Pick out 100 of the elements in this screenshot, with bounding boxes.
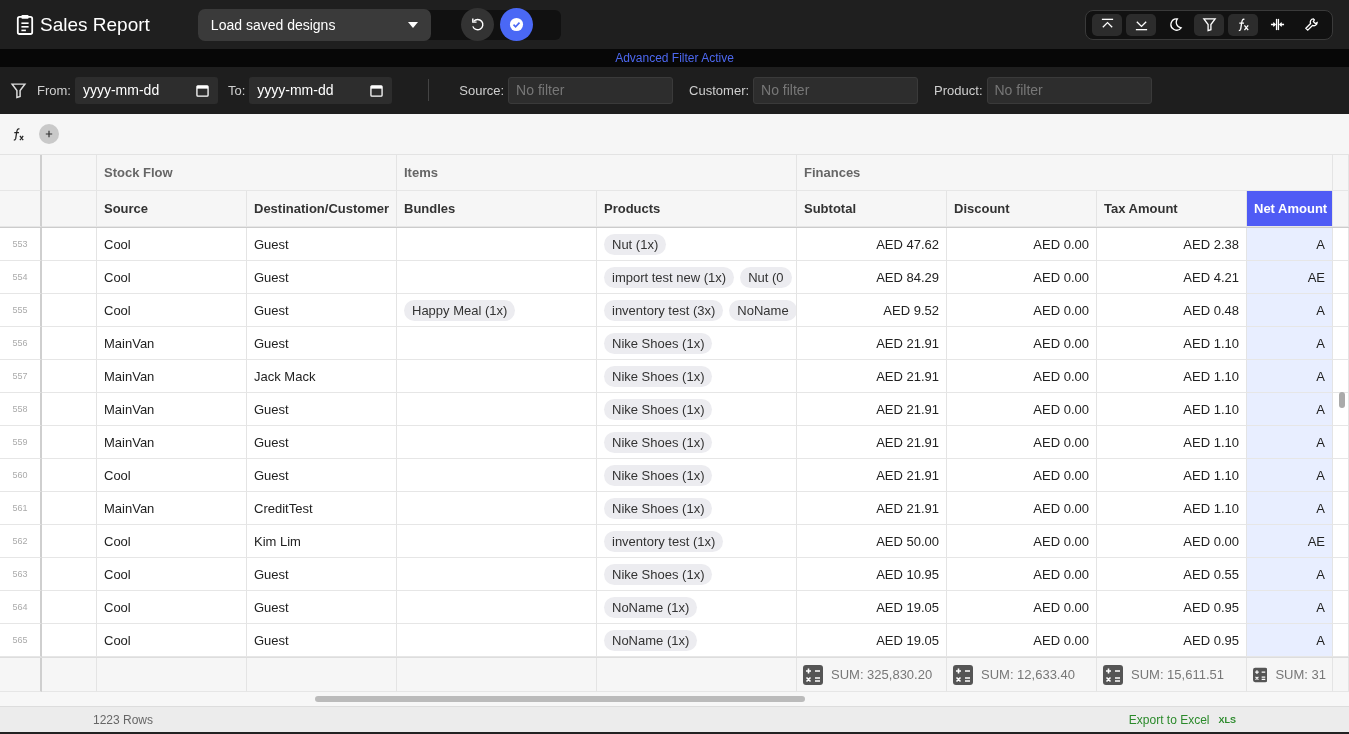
column-sum: SUM: 31 [1275, 667, 1326, 683]
row-number: 565 [12, 635, 28, 646]
table-cell: CreditTest [254, 500, 313, 516]
table-cell: AED 0.00 [1033, 335, 1089, 351]
column-header[interactable]: Source [97, 191, 247, 228]
table-cell: AED 21.91 [876, 368, 939, 384]
row-number: 557 [12, 371, 28, 382]
table-cell: Cool [104, 533, 131, 549]
table-cell: AED 0.00 [1033, 368, 1089, 384]
row-number: 563 [12, 569, 28, 580]
table-cell: A [1316, 434, 1325, 450]
calculator-icon [953, 664, 973, 685]
table-cell: AE [1307, 269, 1325, 285]
filter-label: Product: [934, 82, 983, 98]
column-header[interactable]: Discount [947, 191, 1097, 228]
row-number: 556 [12, 338, 28, 349]
table-cell: AED 0.00 [1033, 566, 1089, 582]
horizontal-scrollbar[interactable] [315, 696, 805, 703]
add-formula-button[interactable] [39, 124, 59, 145]
row-number: 561 [12, 503, 28, 514]
align-top-button[interactable] [1092, 13, 1122, 36]
column-header[interactable]: Destination/Customer [247, 191, 397, 228]
table-cell: AED 9.52 [883, 302, 939, 318]
table-cell: Guest [254, 236, 289, 252]
column-sum: SUM: 325,830.20 [831, 667, 933, 683]
item-tag: Nut (0 [740, 266, 792, 288]
vertical-scrollbar[interactable] [1339, 392, 1345, 409]
reset-button[interactable] [460, 8, 494, 42]
table-cell: MainVan [104, 335, 155, 351]
table-cell: AED 1.10 [1183, 434, 1239, 450]
column-header[interactable]: Subtotal [797, 191, 947, 228]
table-cell: Cool [104, 269, 131, 285]
item-tag: Nut (1x) [604, 233, 667, 255]
undo-icon [469, 17, 485, 33]
table-cell: AED 0.95 [1183, 632, 1239, 648]
function-button[interactable] [1228, 13, 1258, 36]
date-input[interactable]: yyyy-mm-dd [74, 76, 218, 104]
table-cell: AED 1.10 [1183, 335, 1239, 351]
column-header[interactable]: Products [597, 191, 797, 228]
collapse-columns-icon [1269, 17, 1285, 33]
table-cell: Kim Lim [254, 533, 301, 549]
table-cell: MainVan [104, 368, 155, 384]
date-label: To: [227, 82, 246, 98]
column-sum: SUM: 15,611.51 [1131, 667, 1224, 683]
table-cell: A [1316, 335, 1325, 351]
table-cell: A [1316, 599, 1325, 615]
apply-button[interactable] [499, 8, 533, 42]
table-cell: AED 21.91 [876, 500, 939, 516]
table-cell: AE [1307, 533, 1325, 549]
row-number: 555 [12, 305, 28, 316]
check-circle-icon [508, 17, 524, 33]
table-cell: Guest [254, 401, 289, 417]
calendar-icon [195, 83, 209, 97]
filter-input[interactable]: No filter [508, 76, 674, 104]
item-tag: Nike Shoes (1x) [604, 563, 713, 585]
row-number: 560 [12, 470, 28, 481]
table-cell: AED 0.00 [1033, 632, 1089, 648]
table-cell: A [1316, 632, 1325, 648]
item-tag: Nike Shoes (1x) [604, 464, 713, 486]
table-cell: A [1316, 401, 1325, 417]
table-cell: AED 1.10 [1183, 401, 1239, 417]
caret-icon [407, 21, 418, 28]
table-cell: Guest [254, 434, 289, 450]
date-input[interactable]: yyyy-mm-dd [249, 76, 393, 104]
table-cell: AED 0.95 [1183, 599, 1239, 615]
table-cell: Guest [254, 632, 289, 648]
table-cell: AED 2.38 [1183, 236, 1239, 252]
table-cell: AED 0.00 [1033, 236, 1089, 252]
column-header[interactable]: Bundles [397, 191, 597, 228]
filter-status-text: Advanced Filter Active [615, 51, 734, 65]
row-count: 1223 Rows [93, 712, 154, 727]
item-tag: Nike Shoes (1x) [604, 497, 713, 519]
table-cell: MainVan [104, 434, 155, 450]
table-cell: AED 0.00 [1033, 302, 1089, 318]
filter-input[interactable]: No filter [986, 76, 1152, 104]
filter-icon [10, 81, 27, 99]
design-select[interactable]: Load saved designs [197, 8, 431, 41]
column-header[interactable]: Net Amount [1247, 191, 1333, 228]
table-cell: A [1316, 302, 1325, 318]
app-title: Sales Report [40, 13, 150, 36]
table-cell: AED 0.00 [1033, 269, 1089, 285]
calendar-icon [370, 83, 384, 97]
table-cell: AED 0.00 [1033, 401, 1089, 417]
export-link[interactable]: Export to Excel [1128, 712, 1210, 727]
filter-button[interactable] [1194, 13, 1224, 36]
table-cell: AED 19.05 [876, 632, 939, 648]
item-tag: Nike Shoes (1x) [604, 431, 713, 453]
table-cell: Cool [104, 599, 131, 615]
item-tag: Nike Shoes (1x) [604, 398, 713, 420]
item-tag: Nike Shoes (1x) [604, 365, 713, 387]
column-group-header: Finances [804, 165, 861, 181]
item-tag: import test new (1x) [604, 266, 735, 288]
item-tag: Nike Shoes (1x) [604, 332, 713, 354]
table-cell: MainVan [104, 500, 155, 516]
align-bottom-button[interactable] [1126, 13, 1156, 36]
table-cell: MainVan [104, 401, 155, 417]
filter-input[interactable]: No filter [753, 76, 919, 104]
table-cell: AED 0.00 [1033, 533, 1089, 549]
column-group-header: Stock Flow [104, 165, 173, 181]
calculator-icon [1103, 664, 1123, 685]
